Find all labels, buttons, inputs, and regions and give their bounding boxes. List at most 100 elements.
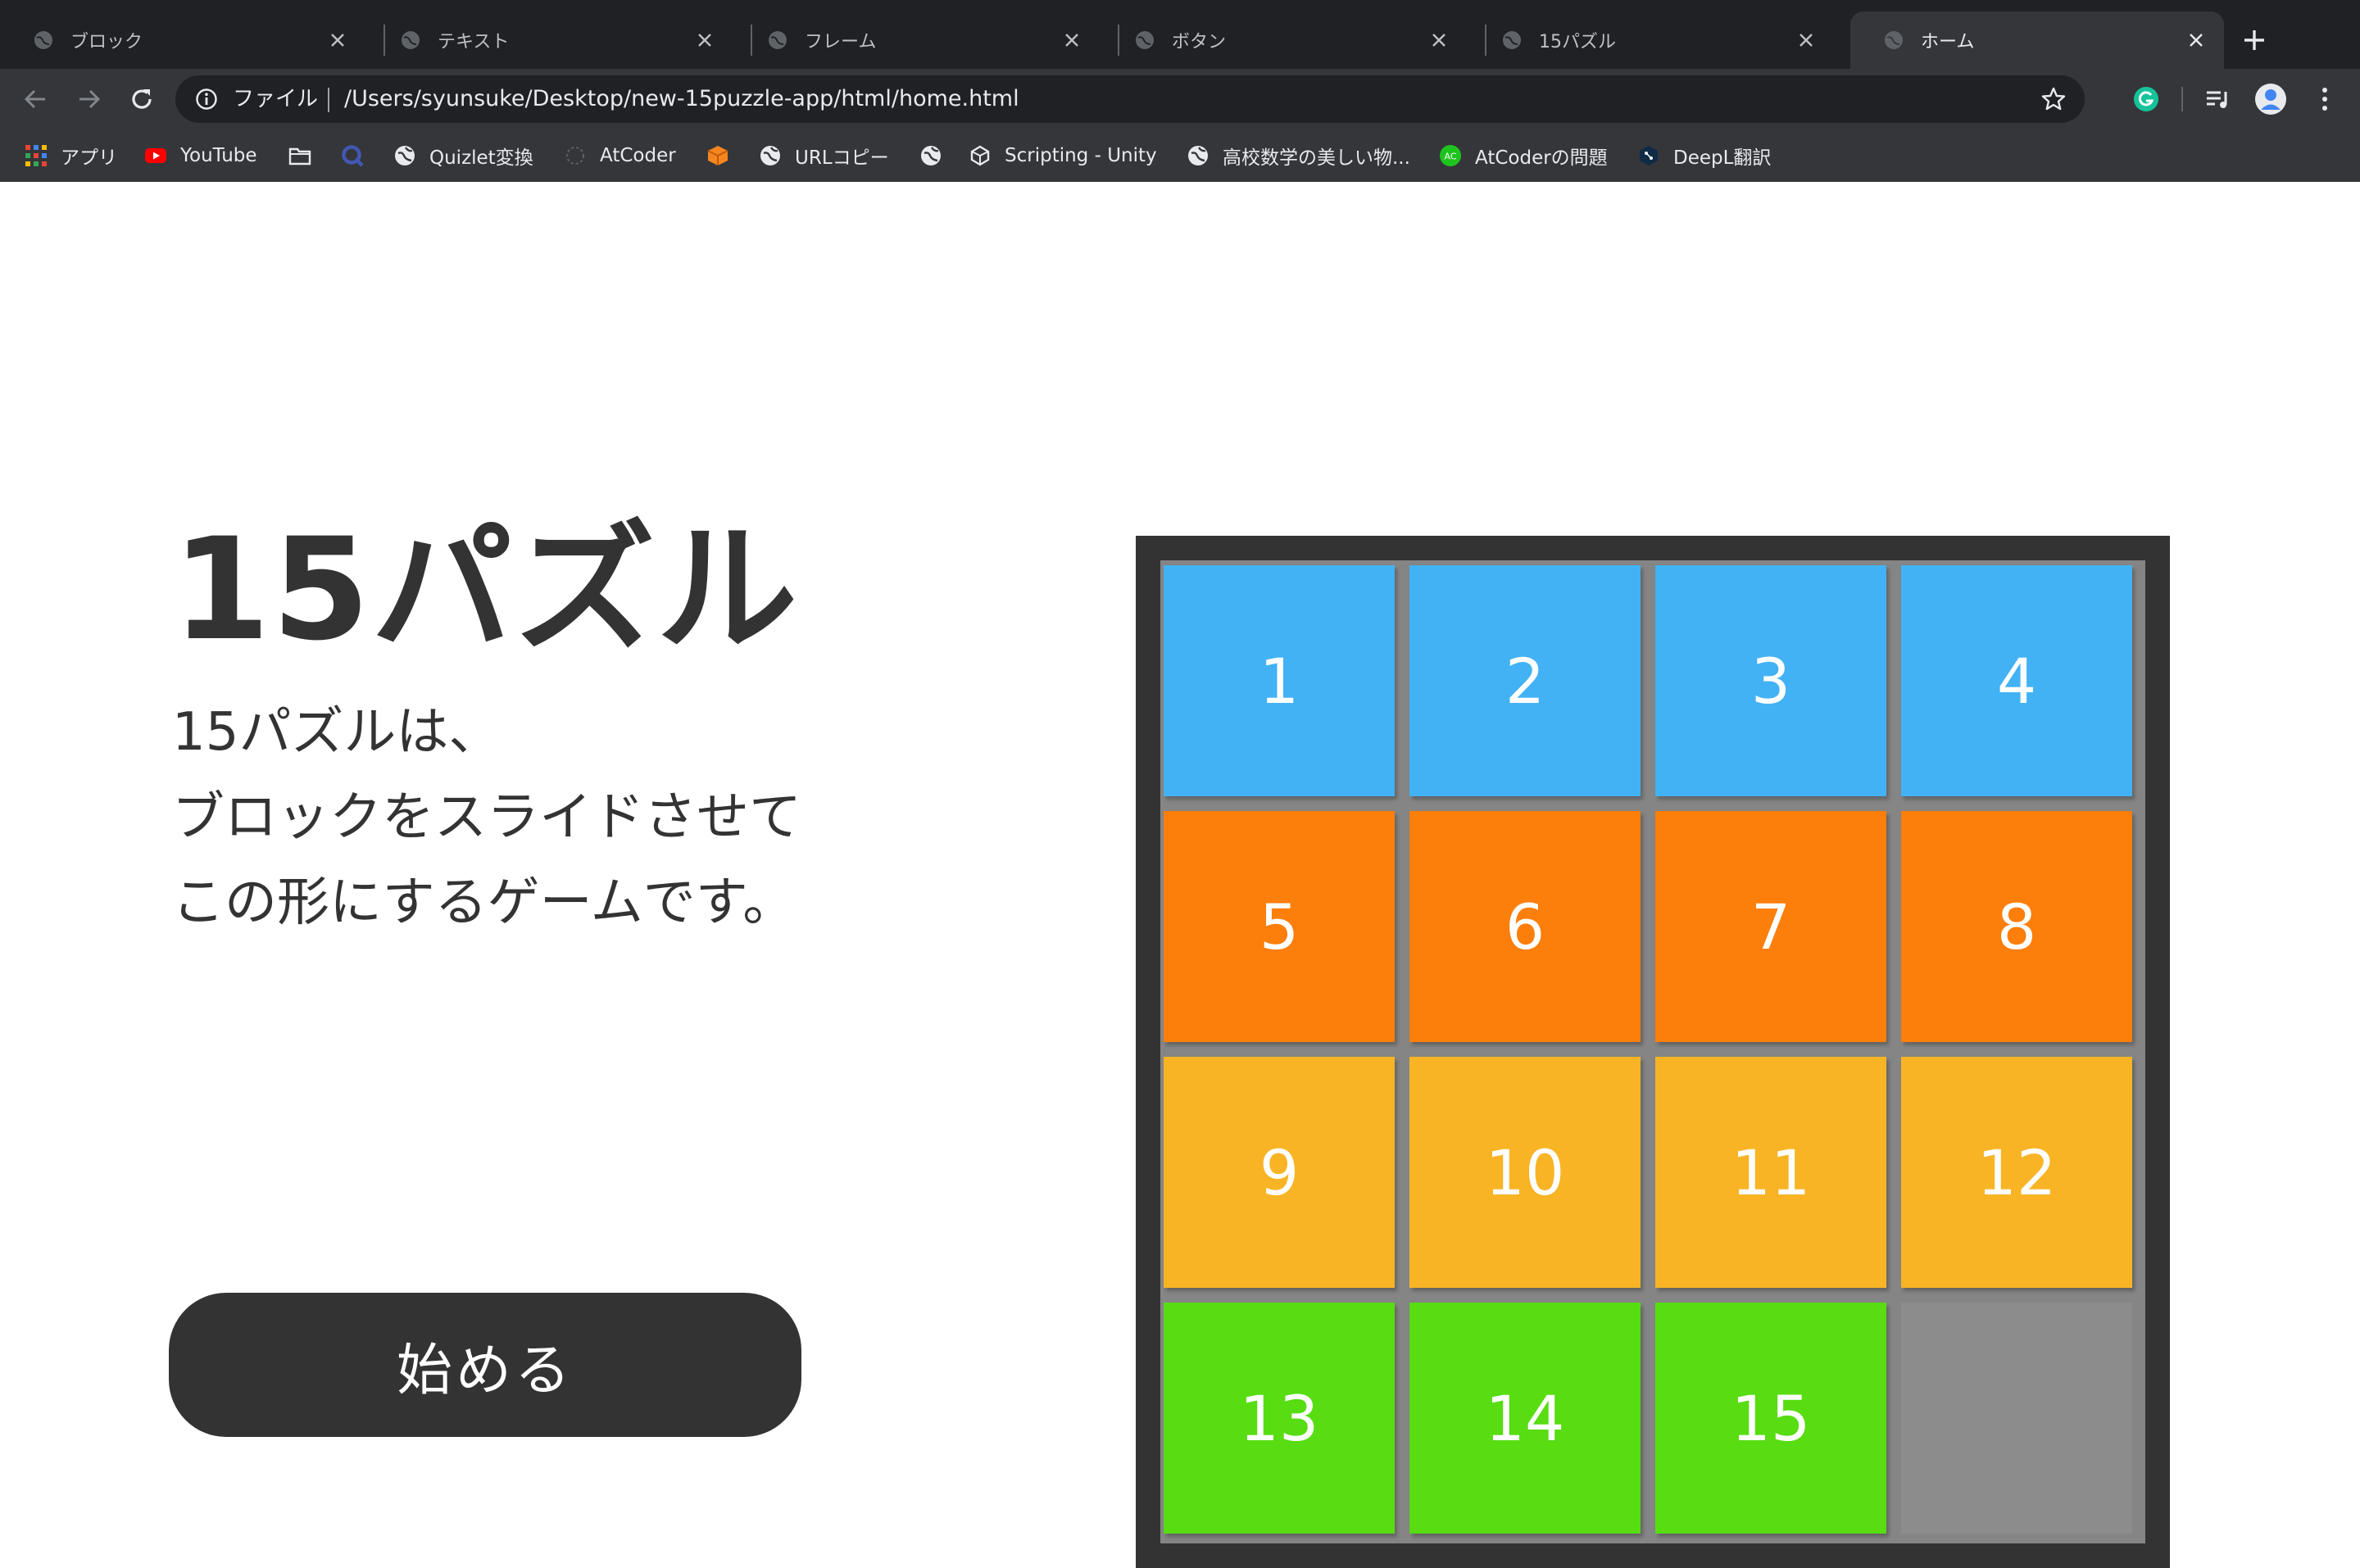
url-scheme-label: ファイル	[233, 87, 319, 111]
bookmarks-bar: アプリ YouTube Quizlet変換 AtCoder URLコピー Scr…	[0, 129, 2360, 182]
playlist-icon	[2207, 91, 2227, 108]
bookmark-atcoder-problems[interactable]: AC AtCoderの問題	[1439, 129, 1608, 182]
bookmark-youtube[interactable]: YouTube	[144, 129, 257, 182]
tab-strip: ブロック テキスト フレーム ボタン 15パズル ホーム	[0, 0, 2360, 69]
puzzle-tile: 13	[1164, 1303, 1395, 1534]
bookmark-label: DeepL翻訳	[1673, 147, 1772, 169]
bookmark-folder[interactable]	[288, 129, 324, 182]
tab-frame[interactable]: フレーム	[734, 11, 1100, 69]
puzzle-tile: 4	[1901, 565, 2132, 796]
address-bar[interactable]: ファイル /Users/syunsuke/Desktop/new-15puzzl…	[175, 75, 2085, 123]
bookmark-label: Quizlet変換	[429, 147, 533, 169]
close-icon[interactable]	[2185, 29, 2208, 52]
reload-button[interactable]	[123, 80, 161, 118]
new-tab-button[interactable]	[2237, 23, 2272, 57]
bookmark-box[interactable]	[706, 129, 742, 182]
url-divider	[328, 88, 329, 112]
bookmark-label: 高校数学の美しい物...	[1223, 147, 1410, 169]
puzzle-tile: 2	[1409, 565, 1641, 796]
page-title: 15パズル	[172, 507, 800, 672]
plus-icon	[2244, 30, 2264, 50]
close-icon[interactable]	[1795, 29, 1818, 52]
bookmark-url-copy[interactable]: URLコピー	[759, 129, 889, 182]
page-description: 15パズルは、 ブロックをスライドさせて この形にするゲームです。	[172, 690, 801, 945]
puzzle-tile: 9	[1164, 1057, 1395, 1288]
puzzle-tile: 14	[1409, 1303, 1641, 1534]
youtube-icon	[145, 148, 166, 163]
avatar-icon	[2255, 84, 2286, 115]
bookmark-quizlet-convert[interactable]: Quizlet変換	[393, 129, 533, 182]
box-icon	[707, 146, 728, 165]
puzzle-tile: 1	[1164, 565, 1395, 796]
globe-icon	[395, 146, 415, 165]
bookmark-unity-scripting[interactable]: Scripting - Unity	[969, 129, 1157, 182]
bookmark-deepl[interactable]: DeepL翻訳	[1637, 129, 1771, 182]
forward-button[interactable]	[70, 80, 108, 118]
globe-icon	[760, 146, 780, 165]
bookmark-label: アプリ	[61, 147, 117, 169]
empty-tile	[1901, 1303, 2132, 1534]
deepl-icon	[1640, 146, 1658, 165]
puzzle-tile: 3	[1655, 565, 1886, 796]
profile-button[interactable]	[2252, 80, 2290, 118]
close-icon[interactable]	[1060, 29, 1083, 52]
bookmark-label: AtCoder	[600, 145, 676, 166]
globe-icon	[769, 31, 787, 49]
arrow-left-icon	[24, 89, 45, 109]
reload-icon	[132, 89, 152, 109]
apps-grid-icon	[25, 145, 47, 166]
close-icon[interactable]	[693, 29, 716, 52]
close-icon[interactable]	[326, 29, 349, 52]
globe-icon	[402, 31, 420, 49]
menu-button[interactable]	[2306, 80, 2344, 118]
bookmark-math[interactable]: 高校数学の美しい物...	[1187, 129, 1410, 182]
puzzle-tile: 12	[1901, 1057, 2132, 1288]
tab-title: 15パズル	[1539, 32, 1616, 52]
tab-title: ブロック	[70, 32, 143, 52]
svg-text:AC: AC	[1444, 152, 1456, 162]
bookmark-quizlet[interactable]	[341, 129, 377, 182]
ac-icon: AC	[1440, 145, 1461, 166]
bookmark-atcoder[interactable]: AtCoder	[564, 129, 676, 182]
bookmark-apps[interactable]: アプリ	[25, 129, 117, 182]
puzzle-tile: 6	[1409, 811, 1641, 1042]
media-control-button[interactable]	[2199, 80, 2237, 118]
bookmark-label: AtCoderの問題	[1475, 147, 1608, 169]
toolbar: ファイル /Users/syunsuke/Desktop/new-15puzzl…	[0, 69, 2360, 129]
tab-button[interactable]: ボタン	[1101, 11, 1467, 69]
url-text[interactable]: /Users/syunsuke/Desktop/new-15puzzle-app…	[344, 75, 1019, 123]
tab-title: ボタン	[1172, 32, 1227, 52]
quizlet-icon	[342, 145, 364, 167]
browser-chrome: ブロック テキスト フレーム ボタン 15パズル ホーム ファイル /Users…	[0, 0, 2360, 182]
globe-icon	[1136, 31, 1154, 49]
puzzle-tile: 15	[1655, 1303, 1886, 1534]
globe-icon	[1188, 146, 1208, 165]
bookmark-label: URLコピー	[795, 147, 889, 169]
bookmark-label: YouTube	[180, 145, 257, 166]
puzzle-tile: 8	[1901, 811, 2132, 1042]
back-button[interactable]	[16, 80, 54, 118]
globe-icon	[34, 31, 52, 49]
close-icon[interactable]	[1427, 29, 1450, 52]
tab-15puzzle[interactable]: 15パズル	[1468, 11, 1834, 69]
grammarly-extension[interactable]	[2127, 80, 2165, 118]
unity-icon	[970, 145, 990, 166]
start-button[interactable]: 始める	[169, 1293, 801, 1437]
description-line: この形にするゲームです。	[172, 872, 796, 933]
globe-icon	[1885, 31, 1903, 49]
globe-icon	[1503, 31, 1521, 49]
tab-home[interactable]: ホーム	[1850, 11, 2224, 69]
folder-icon	[288, 147, 311, 165]
atcoder-icon	[566, 147, 584, 165]
bookmark-star-icon[interactable]	[2040, 86, 2067, 112]
tab-title: フレーム	[805, 32, 877, 52]
kebab-menu-icon	[2322, 88, 2327, 111]
page-content: 15パズル 15パズルは、 ブロックをスライドさせて この形にするゲームです。 …	[0, 182, 2360, 1568]
tab-block[interactable]: ブロック	[0, 11, 365, 69]
puzzle-tile: 10	[1409, 1057, 1641, 1288]
puzzle-tile: 11	[1655, 1057, 1886, 1288]
info-icon[interactable]	[195, 88, 218, 111]
tab-text[interactable]: テキスト	[367, 11, 733, 69]
bookmark-globe[interactable]	[919, 129, 955, 182]
puzzle-tile: 7	[1655, 811, 1886, 1042]
